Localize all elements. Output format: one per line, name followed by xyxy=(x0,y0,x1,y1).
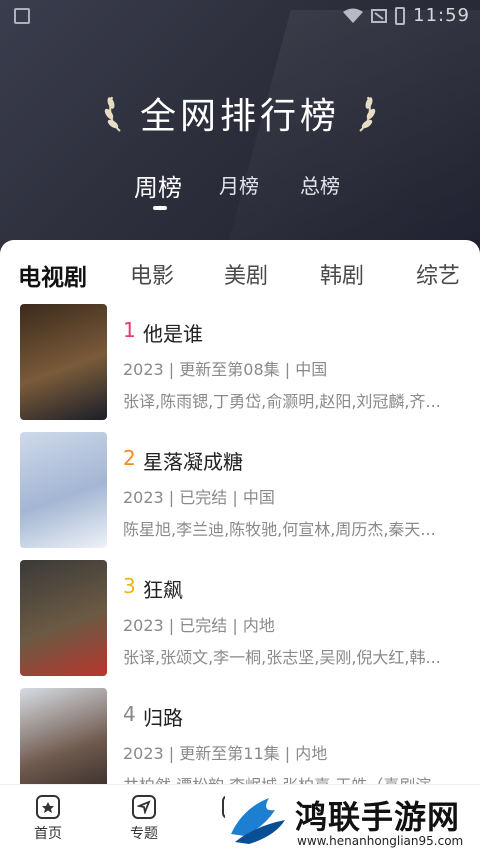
page-title: 全网排行榜 xyxy=(139,96,340,137)
nav-topics-label: 专题 xyxy=(130,826,158,842)
watermark-logo-icon xyxy=(225,790,291,848)
rank-number: 3 xyxy=(123,574,136,598)
laurel-right-icon xyxy=(359,96,376,132)
category-tab-movie[interactable]: 电影 xyxy=(130,258,174,290)
show-meta: 2023 | 更新至第11集 | 内地 xyxy=(123,744,328,763)
poster-image[interactable] xyxy=(20,432,107,548)
watermark-url: www.henanhonglian95.com xyxy=(297,834,464,848)
list-item[interactable]: 1 他是谁 2023 | 更新至第08集 | 中国 张译,陈雨锶,丁勇岱,俞灏明… xyxy=(0,304,480,420)
show-cast: 陈星旭,李兰迪,陈牧驰,何宣林,周历杰,秦天... xyxy=(123,520,436,539)
category-tab-us-drama[interactable]: 美剧 xyxy=(224,258,268,290)
show-title[interactable]: 他是谁 xyxy=(143,318,203,347)
period-tabs: 周榜 月榜 总榜 xyxy=(0,166,480,216)
tab-total[interactable]: 总榜 xyxy=(300,170,340,199)
category-tab-kr-drama[interactable]: 韩剧 xyxy=(320,258,364,290)
show-title[interactable]: 星落凝成糖 xyxy=(143,446,243,475)
ranking-content: 电视剧 电影 美剧 韩剧 综艺 1 他是谁 2023 | 更新至第08集 | 中… xyxy=(0,240,480,800)
list-item[interactable]: 3 狂飙 2023 | 已完结 | 内地 张译,张颂文,李一桐,张志坚,吴刚,倪… xyxy=(0,560,480,676)
title-row: 全网排行榜 xyxy=(0,86,480,140)
laurel-left-icon xyxy=(104,96,121,132)
category-tab-tv[interactable]: 电视剧 xyxy=(18,258,87,292)
notification-icon xyxy=(14,8,30,24)
signal-icon xyxy=(371,8,388,23)
nav-topics[interactable]: 专题 xyxy=(114,795,174,843)
show-meta: 2023 | 更新至第08集 | 中国 xyxy=(123,360,328,379)
show-title[interactable]: 归路 xyxy=(143,702,183,731)
tab-monthly[interactable]: 月榜 xyxy=(219,170,259,199)
show-meta: 2023 | 已完结 | 中国 xyxy=(123,488,275,507)
poster-image[interactable] xyxy=(20,560,107,676)
compass-icon xyxy=(132,795,156,819)
nav-home[interactable]: 首页 xyxy=(18,795,78,843)
battery-icon xyxy=(395,6,406,25)
status-bar: 11:59 xyxy=(0,0,480,32)
category-tab-variety[interactable]: 综艺 xyxy=(416,258,460,290)
list-item[interactable]: 2 星落凝成糖 2023 | 已完结 | 中国 陈星旭,李兰迪,陈牧驰,何宣林,… xyxy=(0,432,480,548)
rank-number: 4 xyxy=(123,702,136,726)
rank-number: 1 xyxy=(123,318,136,342)
wifi-icon xyxy=(343,8,364,23)
active-tab-indicator xyxy=(153,206,167,210)
poster-image[interactable] xyxy=(20,304,107,420)
watermark-text: 鸿联手游网 xyxy=(295,798,461,836)
tab-weekly[interactable]: 周榜 xyxy=(134,168,182,203)
home-icon xyxy=(36,795,60,819)
show-cast: 张译,陈雨锶,丁勇岱,俞灏明,赵阳,刘冠麟,齐... xyxy=(123,392,441,411)
clock: 11:59 xyxy=(413,5,470,26)
show-title[interactable]: 狂飙 xyxy=(143,574,183,603)
rank-number: 2 xyxy=(123,446,136,470)
show-cast: 张译,张颂文,李一桐,张志坚,吴刚,倪大红,韩... xyxy=(123,648,441,667)
watermark: 鸿联手游网 www.henanhonglian95.com xyxy=(225,788,480,853)
category-tabs: 电视剧 电影 美剧 韩剧 综艺 xyxy=(0,254,480,294)
header: 11:59 全网排行榜 周榜 月榜 总榜 xyxy=(0,0,480,280)
nav-home-label: 首页 xyxy=(34,826,62,842)
show-meta: 2023 | 已完结 | 内地 xyxy=(123,616,275,635)
